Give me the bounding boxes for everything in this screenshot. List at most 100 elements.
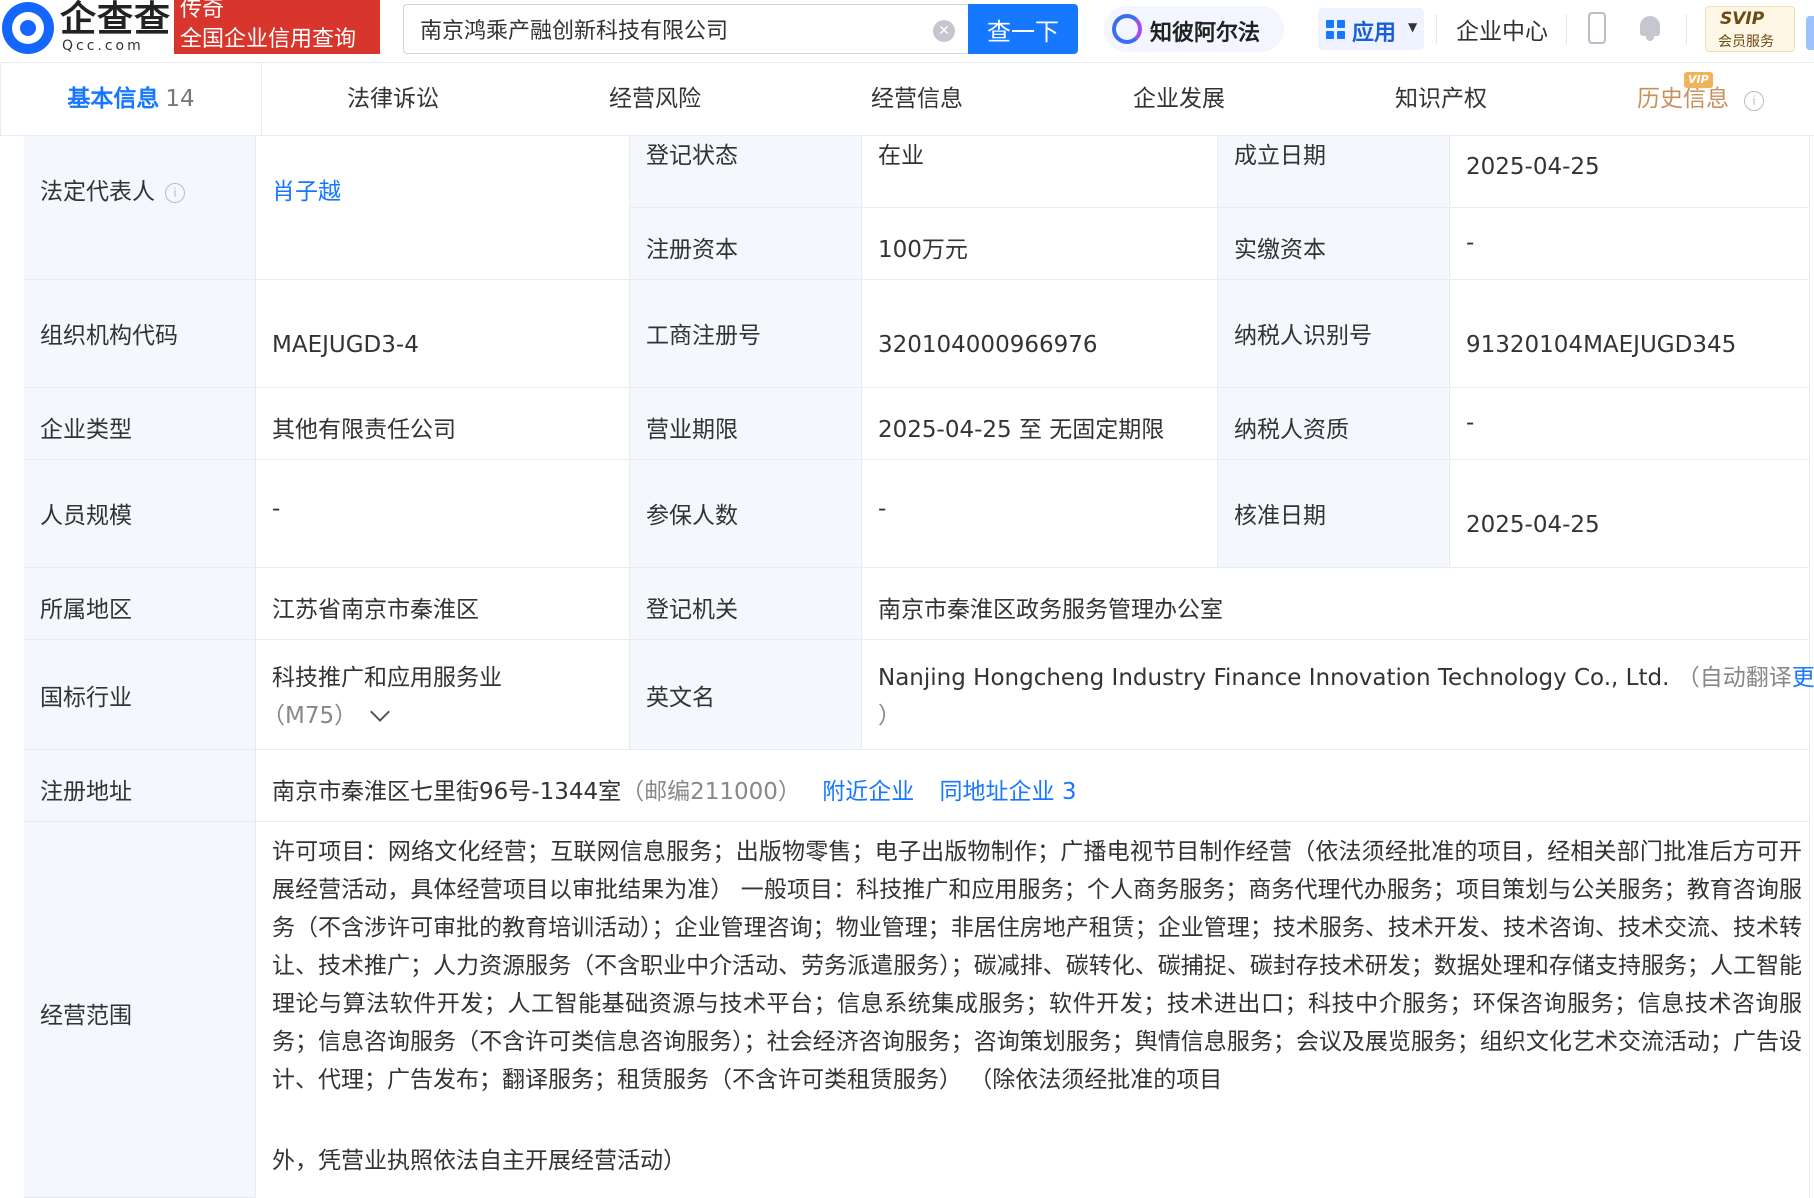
vip-tag: VIP (1684, 72, 1713, 88)
header-divider (1566, 14, 1567, 44)
zhibi-alpha-label: 知彼阿尔法 (1150, 21, 1261, 46)
insured-value-cell: - (862, 460, 1218, 568)
biz-term-value-cell: 2025-04-25 至 无固定期限 (862, 388, 1218, 460)
approval-date-label: 核准日期 (1234, 503, 1326, 529)
side-panel-handle[interactable] (1806, 16, 1814, 50)
reg-capital-value: 100万元 (878, 237, 968, 263)
org-code-label-cell: 组织机构代码 (24, 280, 256, 388)
reg-capital-label-cell: 注册资本 (630, 208, 862, 280)
region-label: 所属地区 (40, 597, 132, 623)
svip-label: SVIP (1720, 9, 1765, 29)
reg-status-label: 登记状态 (646, 143, 738, 169)
scope-value-cell: 许可项目：网络文化经营；互联网信息服务；出版物零售；电子出版物制作；广播电视节目… (256, 822, 1810, 1198)
logo-text[interactable]: 企查查 (60, 0, 171, 40)
tab-basic-info-count: 14 (165, 86, 195, 112)
address-value-cell: 南京市秦淮区七里街96号-1344室（邮编211000） 附近企业 同地址企业 … (256, 750, 1810, 822)
logo-domain: Qcc.com (62, 38, 144, 54)
region-label-cell: 所属地区 (24, 568, 256, 640)
legal-rep-label: 法定代表人 (40, 179, 155, 205)
promo-badge-line1: 传奇 (180, 0, 225, 22)
update-translation-link[interactable]: 更新 (1792, 665, 1814, 691)
legal-rep-value-cell: 肖子越 (256, 136, 630, 280)
taxpayer-qual-value-cell: - (1450, 388, 1810, 460)
found-date-label-cell: 成立日期 (1218, 136, 1450, 208)
biz-term-label: 营业期限 (646, 417, 738, 443)
address-value: 南京市秦淮区七里街96号-1344室 (272, 779, 622, 805)
industry-code: （M75） (262, 703, 358, 729)
tab-operation[interactable]: 经营信息 (786, 63, 1048, 135)
tab-development[interactable]: 企业发展 (1048, 63, 1310, 135)
header-divider (1436, 14, 1437, 44)
top-header: 企查查 Qcc.com 传奇 全国企业信用查询 ✕ 查一下 知彼阿尔法 应用 ▼… (0, 0, 1814, 60)
qcc-logo-icon[interactable] (2, 2, 54, 54)
english-name-label-cell: 英文名 (630, 640, 862, 750)
region-value-cell: 江苏省南京市秦淮区 (256, 568, 630, 640)
zhibi-alpha-button[interactable]: 知彼阿尔法 (1104, 6, 1284, 52)
biz-reg-no-value-cell: 320104000966976 (862, 280, 1218, 388)
paid-capital-label-cell: 实缴资本 (1218, 208, 1450, 280)
notification-bell-icon[interactable] (1637, 14, 1663, 42)
promo-badge[interactable]: 传奇 全国企业信用查询 (174, 0, 380, 54)
english-name-value: Nanjing Hongcheng Industry Finance Innov… (878, 665, 1670, 691)
paid-capital-label: 实缴资本 (1234, 237, 1326, 263)
industry-value: 科技推广和应用服务业 (272, 665, 502, 691)
reg-status-label-cell: 登记状态 (630, 136, 862, 208)
taxpayer-id-label: 纳税人识别号 (1234, 323, 1372, 349)
legal-rep-link[interactable]: 肖子越 (272, 172, 341, 206)
scope-text-tail: 外，凭营业执照依法自主开展经营活动） (272, 1148, 686, 1174)
found-date-value: 2025-04-25 (1466, 154, 1600, 180)
caret-down-icon: ▼ (1408, 20, 1418, 34)
industry-label: 国标行业 (40, 685, 132, 711)
search-input[interactable] (420, 14, 920, 44)
insured-value: - (878, 496, 887, 522)
address-postcode: （邮编211000） (621, 779, 801, 805)
insured-label: 参保人数 (646, 503, 738, 529)
scope-text: 许可项目：网络文化经营；互联网信息服务；出版物零售；电子出版物制作；广播电视节目… (272, 839, 1802, 1093)
address-label: 注册地址 (40, 779, 132, 805)
taxpayer-id-value: 91320104MAEJUGD345 (1466, 332, 1737, 358)
reg-authority-value-cell: 南京市秦淮区政务服务管理办公室 (862, 568, 1810, 640)
same-address-companies-link[interactable]: 同地址企业 3 (940, 779, 1077, 805)
legal-rep-label-cell: 法定代表人 i (24, 136, 256, 280)
tab-basic-info-label: 基本信息 (67, 86, 160, 112)
nearby-companies-link[interactable]: 附近企业 (822, 779, 914, 805)
taxpayer-qual-value: - (1466, 410, 1475, 436)
header-divider (1686, 14, 1687, 44)
biz-term-label-cell: 营业期限 (630, 388, 862, 460)
enterprise-center-link[interactable]: 企业中心 (1456, 12, 1548, 46)
search-button[interactable]: 查一下 (968, 4, 1078, 54)
english-name-value-cell: Nanjing Hongcheng Industry Finance Innov… (862, 640, 1814, 750)
auto-translate-close: ） (878, 703, 901, 729)
org-code-value: MAEJUGD3-4 (272, 332, 419, 358)
found-date-label: 成立日期 (1234, 143, 1326, 169)
address-label-cell: 注册地址 (24, 750, 256, 822)
grid-icon (1326, 20, 1346, 40)
staff-size-value-cell: - (256, 460, 630, 568)
apps-menu-button[interactable]: 应用 ▼ (1318, 8, 1424, 50)
found-date-value-cell: 2025-04-25 (1450, 136, 1810, 208)
chevron-down-icon (370, 702, 391, 722)
mobile-app-icon[interactable] (1588, 12, 1606, 44)
legal-rep-info-icon[interactable]: i (165, 182, 185, 203)
approval-date-value: 2025-04-25 (1466, 512, 1600, 538)
history-info-icon[interactable]: i (1744, 91, 1764, 111)
tab-basic-info[interactable]: 基本信息 14 (0, 63, 262, 135)
biz-term-value: 2025-04-25 至 无固定期限 (878, 417, 1165, 443)
clear-search-icon[interactable]: ✕ (933, 20, 955, 42)
insured-label-cell: 参保人数 (630, 460, 862, 568)
reg-authority-label-cell: 登记机关 (630, 568, 862, 640)
tab-legal[interactable]: 法律诉讼 (262, 63, 524, 135)
tab-ip[interactable]: 知识产权 (1310, 63, 1572, 135)
industry-code-toggle[interactable]: （M75） (262, 696, 391, 730)
reg-authority-value: 南京市秦淮区政务服务管理办公室 (878, 597, 1223, 623)
approval-date-label-cell: 核准日期 (1218, 460, 1450, 568)
taxpayer-id-value-cell: 91320104MAEJUGD345 (1450, 280, 1810, 388)
tab-risk[interactable]: 经营风险 (524, 63, 786, 135)
svip-member-button[interactable]: SVIP 会员服务 (1705, 6, 1795, 52)
taxpayer-id-label-cell: 纳税人识别号 (1218, 280, 1450, 388)
staff-size-label-cell: 人员规模 (24, 460, 256, 568)
reg-authority-label: 登记机关 (646, 597, 738, 623)
approval-date-value-cell: 2025-04-25 (1450, 460, 1810, 568)
paid-capital-value: - (1466, 230, 1475, 256)
company-type-value-cell: 其他有限责任公司 (256, 388, 630, 460)
